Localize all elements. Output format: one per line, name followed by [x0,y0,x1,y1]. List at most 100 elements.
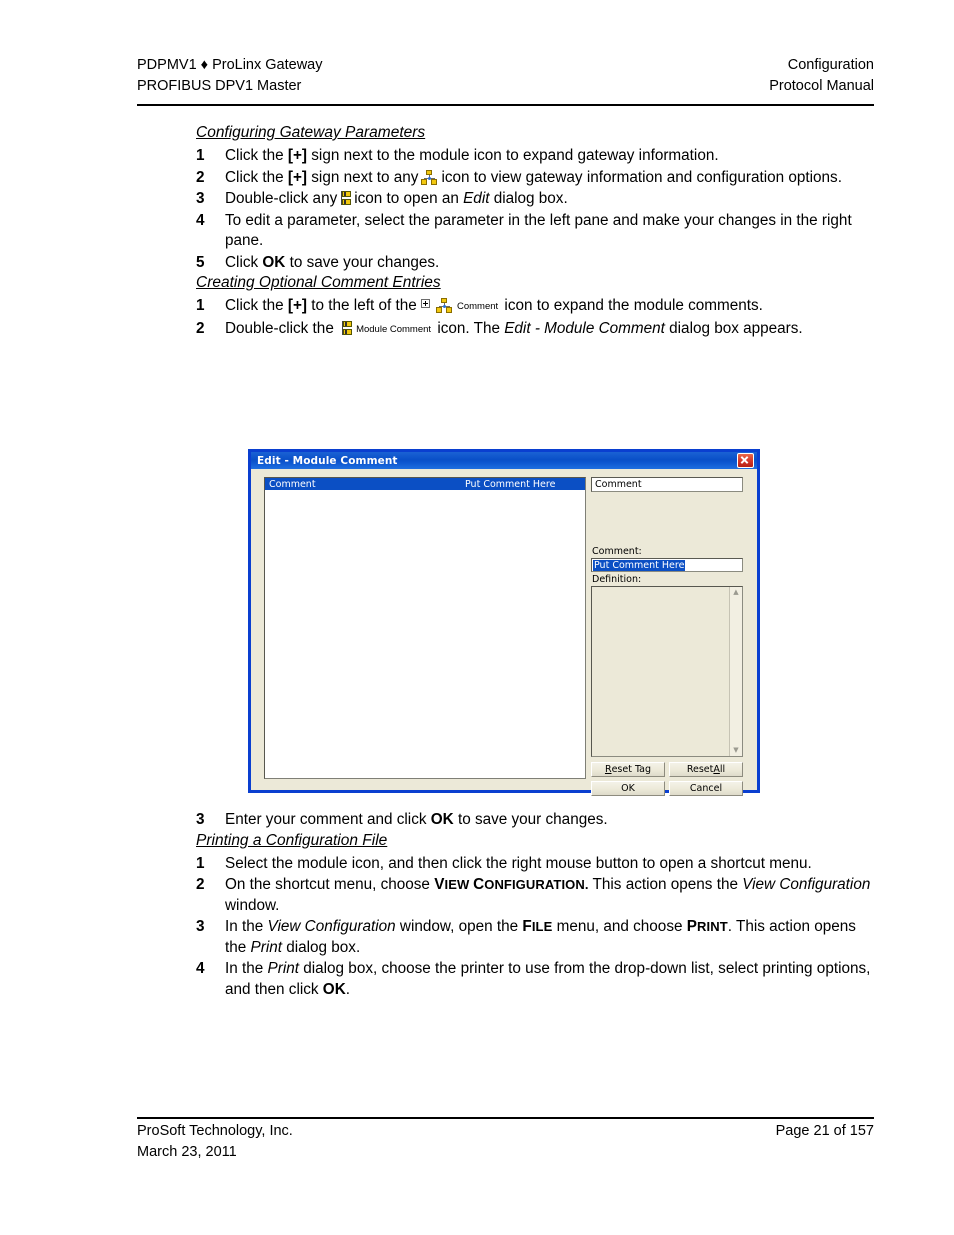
reset-tag-button[interactable]: Reset Tag [591,762,665,777]
step-text-part: On the shortcut menu, choose [225,876,435,893]
scroll-down-icon[interactable]: ▼ [730,745,742,756]
step-item: 3 In the View Configuration window, open… [137,917,874,958]
step-text-bold: OK [262,253,286,271]
smallcaps-rest: ONFIGURATION. [484,877,589,892]
inline-icon-label-module-comment: Module Comment [356,323,432,335]
reset-all-label-pre: Reset [686,764,714,775]
definition-scrollbar[interactable]: ▲ ▼ [729,587,742,756]
step-number: 4 [196,960,205,977]
step-text-part: Click the [225,147,288,164]
step-text-part: Double-click any [225,190,338,207]
step-item: 1 Click the [+] to the left of the Comme… [137,296,874,318]
edit-module-comment-dialog[interactable]: Edit - Module Comment Comment Put Commen… [248,449,760,796]
step-text-part: to save your changes. [453,811,608,828]
table-row[interactable]: Comment Put Comment Here [265,478,585,490]
step-text-part: window. [225,896,280,914]
dialog-body: Comment Put Comment Here Comment Comment… [251,469,757,796]
section-title-printing-a-configuration-file: Printing a Configuration File [196,831,388,849]
step-number: 2 [196,876,205,893]
expand-plus-icon [420,299,432,310]
footer-rule [137,1117,874,1119]
definition-textarea[interactable]: ▲ ▼ [591,586,743,757]
step-text-part: icon. The [437,319,505,337]
step-text-bold: OK [322,980,346,998]
step-text-italic: Print [250,938,282,956]
step-text-italic: Edit - Module Comment [504,319,665,337]
step-text-part: Double-click the [225,319,334,337]
step-text-italic: View Configuration [742,876,871,893]
header-right-line1: Configuration [787,57,874,73]
step-text-part: Click the [225,168,288,186]
step-text-part: icon to open an [354,190,464,207]
step-item: 3 Enter your comment and click OK to sav… [137,810,874,831]
step-item: 1 Select the module icon, and then click… [137,854,874,875]
step-text-part: icon to view gateway information and con… [441,168,842,186]
step-number: 3 [196,190,205,207]
step-item: 4 To edit a parameter, select the parame… [137,211,874,252]
footer-page-number: Page 21 of 157 [775,1123,874,1139]
network-tree-icon [435,298,453,313]
step-text-part: Enter your comment and click [225,811,431,828]
tree-row-name: Comment [269,478,316,490]
ok-button[interactable]: OK [591,781,665,796]
step-text-italic: View Configuration [267,918,396,935]
inline-icon-label-comment: Comment [456,301,499,312]
menu-name-view-configuration: VIEW CONFIGURATION. [434,876,589,893]
edit-panel: Comment Comment: Put Comment Here Defini… [591,477,743,796]
step-text-part: Select the module icon, and then click t… [225,854,812,872]
step-number: 2 [196,168,205,186]
header-left-line1: PDPMV1 ♦ ProLinx Gateway [137,57,323,73]
parameter-tree-pane[interactable]: Comment Put Comment Here [264,477,586,779]
header-rule [137,104,874,106]
reset-all-button[interactable]: Reset All [669,762,743,777]
scroll-up-icon[interactable]: ▲ [730,587,742,598]
smallcaps-rest: IEW [444,877,470,892]
smallcaps-cap: V [434,876,445,893]
step-list-comment-entries-continued: 3 Enter your comment and click OK to sav… [137,810,874,831]
step-text-part: dialog box. [281,938,361,956]
comment-input[interactable]: Put Comment Here [591,558,743,572]
section-title-configuring-gateway-parameters: Configuring Gateway Parameters [196,124,426,141]
step-number: 1 [196,297,205,314]
document-page: PDPMV1 ♦ ProLinx Gateway Configuration P… [0,0,954,1235]
step-number: 5 [196,253,205,271]
step-number: 2 [196,319,205,337]
selected-item-box: Comment [591,477,743,492]
definition-text[interactable] [592,587,729,756]
step-item: 4 In the Print dialog box, choose the pr… [137,959,874,1000]
step-text-part: to the left of the [307,297,417,314]
dialog-title: Edit - Module Comment [257,454,398,467]
comment-input-value: Put Comment Here [593,559,686,571]
step-text-part: sign next to the module icon to expand g… [307,147,719,164]
step-text-part: Click [225,253,263,271]
step-text-part: dialog box appears. [664,319,803,337]
menu-item-print: PRINT [687,918,728,935]
smallcaps-cap: C [473,876,485,893]
step-text-part: window, open the [395,918,523,935]
step-text-part: . [345,980,350,998]
dialog-titlebar: Edit - Module Comment [248,449,760,469]
step-item: 5 Click OK to save your changes. [137,253,874,274]
dialog-button-group: Reset Tag Reset All OK Cancel [591,762,743,796]
step-item: 2 Double-click the Module Comment icon. … [137,319,874,341]
page-footer: ProSoft Technology, Inc. Page 21 of 157 … [137,1121,874,1163]
step-number: 1 [196,147,205,164]
step-text-bold: [+] [287,147,308,164]
step-number: 3 [196,811,205,828]
reset-tag-accel: R [604,764,612,775]
cancel-button[interactable]: Cancel [669,781,743,796]
step-number: 1 [196,854,205,872]
step-text-part: To edit a parameter, select the paramete… [225,211,852,250]
reset-tag-label: eset Tag [611,764,652,775]
step-number: 4 [196,211,205,229]
reset-all-label-post: ll [719,764,726,775]
step-number: 3 [196,918,205,935]
header-left-line2: PROFIBUS DPV1 Master [137,78,302,94]
footer-company: ProSoft Technology, Inc. [137,1123,293,1139]
parameter-icon [339,190,352,206]
step-text-bold: OK [430,811,454,828]
step-item: 1 Click the [+] sign next to the module … [137,146,874,167]
close-icon[interactable] [737,453,754,468]
definition-field-label: Definition: [592,574,642,585]
tree-row-value: Put Comment Here [465,478,556,490]
